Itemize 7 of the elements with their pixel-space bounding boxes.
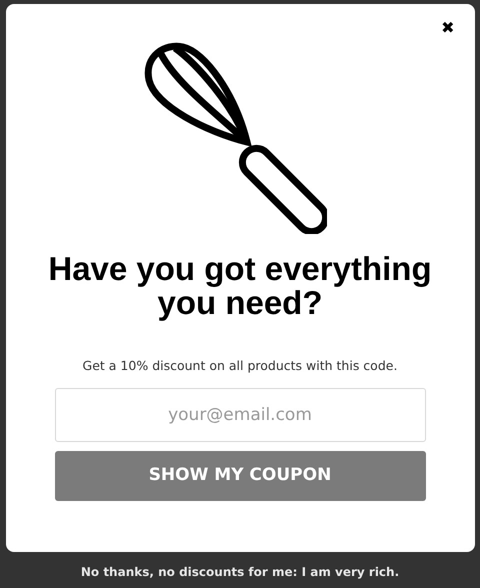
close-button[interactable]: ✖ [441, 20, 454, 36]
email-field[interactable]: your@email.com [54, 388, 426, 442]
heading: Have you got everything you need? [47, 252, 433, 320]
show-coupon-button[interactable]: SHOW MY COUPON [54, 450, 426, 501]
decline-link[interactable]: No thanks, no discounts for me: I am very rich. [80, 563, 400, 581]
subtitle: Get a 10% discount on all products with this code. [82, 357, 398, 375]
whisk-icon [143, 40, 327, 234]
